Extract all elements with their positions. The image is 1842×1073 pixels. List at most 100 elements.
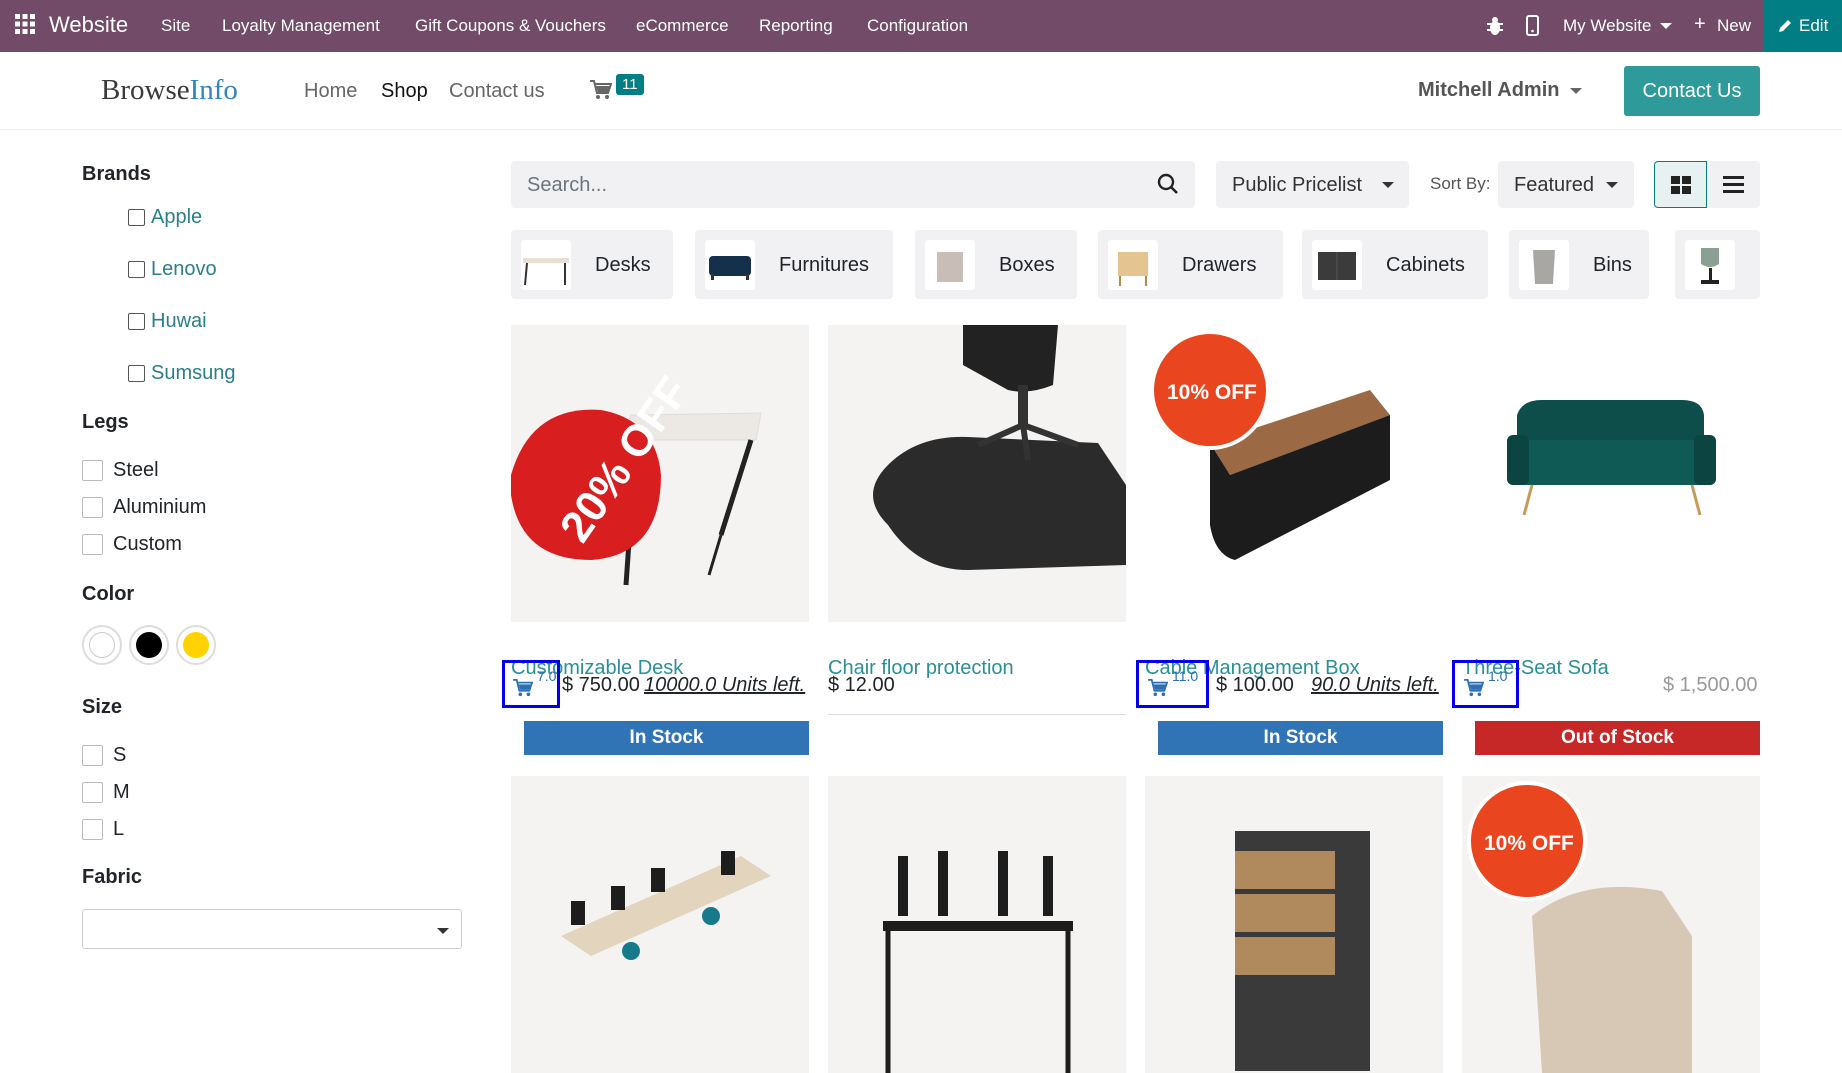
nav-home[interactable]: Home bbox=[304, 80, 357, 103]
filter-title-color: Color bbox=[82, 583, 135, 605]
menu-ecommerce[interactable]: eCommerce bbox=[636, 16, 729, 36]
grid-view-button[interactable] bbox=[1654, 161, 1707, 208]
cart-qty: 11.0 bbox=[1172, 668, 1199, 684]
edit-button[interactable]: Edit bbox=[1764, 0, 1842, 52]
search-icon[interactable] bbox=[1157, 173, 1179, 195]
menu-site[interactable]: Site bbox=[161, 16, 190, 36]
category-label: Desks bbox=[595, 254, 651, 276]
filter-label-custom[interactable]: Custom bbox=[113, 533, 182, 556]
filter-label-steel[interactable]: Steel bbox=[113, 459, 159, 482]
filter-label-aluminium[interactable]: Aluminium bbox=[113, 496, 206, 519]
product-card[interactable] bbox=[1145, 776, 1443, 1073]
product-image[interactable] bbox=[828, 325, 1126, 622]
menu-reporting[interactable]: Reporting bbox=[759, 16, 833, 36]
product-image[interactable] bbox=[828, 776, 1126, 1073]
new-button[interactable]: New bbox=[1717, 16, 1751, 36]
cart-qty: 1.0 bbox=[1488, 668, 1508, 684]
category-boxes[interactable]: Boxes bbox=[915, 230, 1077, 299]
filter-label-m[interactable]: M bbox=[113, 781, 130, 804]
filter-title-brands: Brands bbox=[82, 163, 151, 185]
product-image[interactable] bbox=[1145, 776, 1443, 1073]
product-card[interactable] bbox=[828, 776, 1126, 1073]
category-lamps[interactable] bbox=[1675, 230, 1760, 299]
menu-loyalty-management[interactable]: Loyalty Management bbox=[222, 16, 380, 36]
category-furnitures[interactable]: Furnitures bbox=[695, 230, 893, 299]
site-header: BrowseInfo Home Shop Contact us 11 Mitch… bbox=[0, 52, 1842, 130]
search-input[interactable]: Search... bbox=[527, 174, 607, 197]
filter-label-l[interactable]: L bbox=[113, 818, 124, 841]
category-thumb-desks bbox=[521, 240, 571, 290]
units-left: 10000.0 Units left. bbox=[644, 674, 806, 696]
checkbox-custom[interactable] bbox=[82, 534, 103, 555]
divider bbox=[828, 714, 1126, 715]
fabric-select[interactable] bbox=[82, 909, 462, 949]
plus-icon: + bbox=[1694, 13, 1706, 35]
category-bins[interactable]: Bins bbox=[1509, 230, 1649, 299]
apps-grid-icon[interactable] bbox=[15, 14, 35, 34]
mobile-icon[interactable] bbox=[1526, 15, 1539, 36]
sort-by-label: Sort By: bbox=[1430, 174, 1491, 193]
contact-us-button[interactable]: Contact Us bbox=[1624, 66, 1760, 116]
stock-status-badge: Out of Stock bbox=[1475, 721, 1760, 755]
color-swatch-white[interactable] bbox=[82, 625, 122, 665]
filter-label-s[interactable]: S bbox=[113, 744, 126, 767]
bug-icon[interactable] bbox=[1486, 16, 1504, 36]
category-desks[interactable]: Desks bbox=[511, 230, 673, 299]
filter-label-lenovo[interactable]: Lenovo bbox=[151, 258, 217, 281]
product-image[interactable] bbox=[511, 776, 809, 1073]
logo-text-accent: Info bbox=[189, 74, 238, 106]
product-card[interactable]: 10% OFF bbox=[1462, 776, 1760, 1073]
nav-contact-us[interactable]: Contact us bbox=[449, 80, 545, 103]
pricelist-dropdown[interactable]: Public Pricelist bbox=[1216, 161, 1409, 208]
nav-shop[interactable]: Shop bbox=[381, 80, 428, 103]
checkbox-size-s[interactable] bbox=[82, 745, 103, 766]
sort-value: Featured bbox=[1514, 174, 1595, 196]
filter-label-sumsung[interactable]: Sumsung bbox=[151, 362, 236, 385]
category-thumb-furnitures bbox=[705, 240, 755, 290]
checkbox-apple[interactable] bbox=[128, 209, 145, 226]
app-name[interactable]: Website bbox=[49, 12, 128, 38]
checkbox-steel[interactable] bbox=[82, 460, 103, 481]
checkbox-size-l[interactable] bbox=[82, 819, 103, 840]
units-left: 90.0 Units left. bbox=[1311, 674, 1439, 696]
color-swatch-yellow[interactable] bbox=[176, 625, 216, 665]
filter-label-huwai[interactable]: Huwai bbox=[151, 310, 207, 333]
chevron-down-icon bbox=[1606, 182, 1618, 188]
search-box[interactable]: Search... bbox=[511, 161, 1195, 208]
pricelist-label: Public Pricelist bbox=[1232, 174, 1363, 196]
menu-gift-coupons[interactable]: Gift Coupons & Vouchers bbox=[415, 16, 606, 36]
sort-dropdown[interactable]: Featured bbox=[1498, 161, 1634, 208]
product-price: $ 12.00 bbox=[828, 674, 895, 696]
user-menu[interactable]: Mitchell Admin bbox=[1418, 79, 1559, 102]
checkbox-lenovo[interactable] bbox=[128, 261, 145, 278]
cart-qty-indicator[interactable]: 1.0 bbox=[1452, 660, 1519, 708]
stock-status-badge: In Stock bbox=[524, 721, 809, 755]
filter-title-fabric: Fabric bbox=[82, 866, 143, 888]
filter-label-apple[interactable]: Apple bbox=[151, 206, 202, 229]
checkbox-huwai[interactable] bbox=[128, 313, 145, 330]
product-image[interactable]: 20% OFF bbox=[511, 325, 809, 622]
site-logo[interactable]: BrowseInfo bbox=[101, 74, 238, 107]
product-card[interactable] bbox=[511, 776, 809, 1073]
cart-qty-indicator[interactable]: 7.0 bbox=[502, 660, 560, 708]
cart-qty: 7.0 bbox=[537, 668, 557, 684]
product-card[interactable]: Chair floor protection bbox=[828, 325, 1126, 715]
list-view-button[interactable] bbox=[1707, 161, 1760, 208]
website-selector[interactable]: My Website bbox=[1563, 16, 1652, 36]
color-swatch-black[interactable] bbox=[129, 625, 169, 665]
stock-status-badge: In Stock bbox=[1158, 721, 1443, 755]
checkbox-aluminium[interactable] bbox=[82, 497, 103, 518]
checkbox-size-m[interactable] bbox=[82, 782, 103, 803]
menu-configuration[interactable]: Configuration bbox=[867, 16, 968, 36]
cart-qty-indicator[interactable]: 11.0 bbox=[1136, 660, 1209, 708]
category-label: Bins bbox=[1593, 254, 1632, 276]
cart-icon[interactable] bbox=[590, 80, 612, 100]
category-cabinets[interactable]: Cabinets bbox=[1302, 230, 1488, 299]
product-image[interactable] bbox=[1462, 325, 1760, 622]
checkbox-sumsung[interactable] bbox=[128, 365, 145, 382]
chevron-down-icon bbox=[1660, 23, 1672, 29]
category-drawers[interactable]: Drawers bbox=[1098, 230, 1283, 299]
product-image[interactable]: 10% OFF bbox=[1462, 776, 1760, 1073]
product-image[interactable]: 10% OFF bbox=[1145, 325, 1443, 622]
filter-title-legs: Legs bbox=[82, 411, 129, 433]
